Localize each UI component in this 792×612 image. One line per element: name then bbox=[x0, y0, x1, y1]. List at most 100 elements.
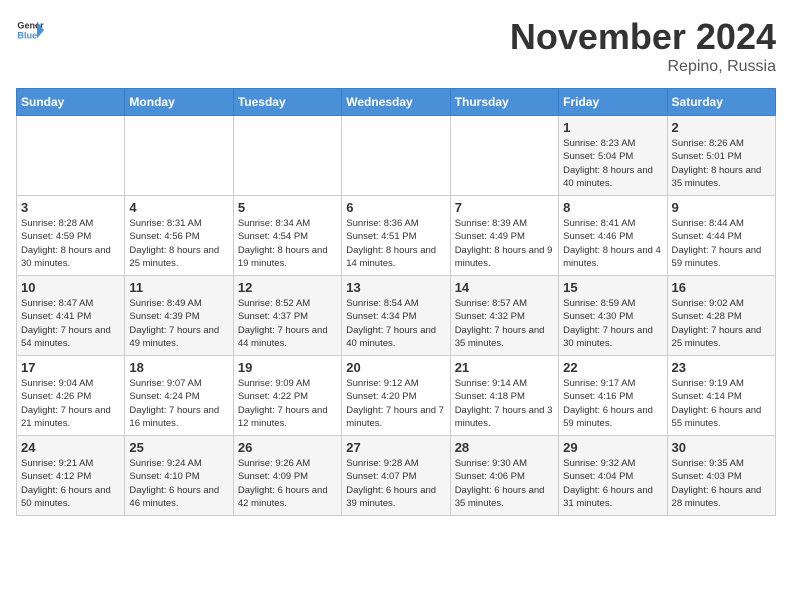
day-number: 19 bbox=[238, 360, 337, 375]
calendar-cell: 1 Sunrise: 8:23 AM Sunset: 5:04 PM Daylig… bbox=[559, 116, 667, 196]
weekday-header: Monday bbox=[125, 89, 233, 116]
page-header: General Blue November 2024 Repino, Russi… bbox=[16, 16, 776, 76]
day-number: 16 bbox=[672, 280, 771, 295]
day-info: Sunrise: 8:52 AM Sunset: 4:37 PM Dayligh… bbox=[238, 297, 337, 350]
calendar-cell: 18 Sunrise: 9:07 AM Sunset: 4:24 PM Dayli… bbox=[125, 356, 233, 436]
day-number: 5 bbox=[238, 200, 337, 215]
day-number: 23 bbox=[672, 360, 771, 375]
day-number: 26 bbox=[238, 440, 337, 455]
calendar-cell: 15 Sunrise: 8:59 AM Sunset: 4:30 PM Dayli… bbox=[559, 276, 667, 356]
calendar-cell: 7 Sunrise: 8:39 AM Sunset: 4:49 PM Daylig… bbox=[450, 196, 558, 276]
day-info: Sunrise: 8:23 AM Sunset: 5:04 PM Dayligh… bbox=[563, 137, 662, 190]
day-number: 6 bbox=[346, 200, 445, 215]
calendar-table: SundayMondayTuesdayWednesdayThursdayFrid… bbox=[16, 88, 776, 516]
weekday-header: Sunday bbox=[17, 89, 125, 116]
day-info: Sunrise: 8:41 AM Sunset: 4:46 PM Dayligh… bbox=[563, 217, 662, 270]
day-info: Sunrise: 9:26 AM Sunset: 4:09 PM Dayligh… bbox=[238, 457, 337, 510]
day-number: 1 bbox=[563, 120, 662, 135]
day-number: 4 bbox=[129, 200, 228, 215]
day-number: 14 bbox=[455, 280, 554, 295]
calendar-cell: 23 Sunrise: 9:19 AM Sunset: 4:14 PM Dayli… bbox=[667, 356, 775, 436]
calendar-week-row: 3 Sunrise: 8:28 AM Sunset: 4:59 PM Daylig… bbox=[17, 196, 776, 276]
calendar-cell: 4 Sunrise: 8:31 AM Sunset: 4:56 PM Daylig… bbox=[125, 196, 233, 276]
calendar-cell: 19 Sunrise: 9:09 AM Sunset: 4:22 PM Dayli… bbox=[233, 356, 341, 436]
calendar-cell: 12 Sunrise: 8:52 AM Sunset: 4:37 PM Dayli… bbox=[233, 276, 341, 356]
calendar-cell bbox=[233, 116, 341, 196]
calendar-cell: 13 Sunrise: 8:54 AM Sunset: 4:34 PM Dayli… bbox=[342, 276, 450, 356]
calendar-cell: 9 Sunrise: 8:44 AM Sunset: 4:44 PM Daylig… bbox=[667, 196, 775, 276]
weekday-header: Saturday bbox=[667, 89, 775, 116]
day-info: Sunrise: 8:39 AM Sunset: 4:49 PM Dayligh… bbox=[455, 217, 554, 270]
day-info: Sunrise: 9:35 AM Sunset: 4:03 PM Dayligh… bbox=[672, 457, 771, 510]
weekday-header: Wednesday bbox=[342, 89, 450, 116]
day-number: 8 bbox=[563, 200, 662, 215]
weekday-header: Friday bbox=[559, 89, 667, 116]
day-info: Sunrise: 9:07 AM Sunset: 4:24 PM Dayligh… bbox=[129, 377, 228, 430]
logo: General Blue bbox=[16, 16, 44, 44]
calendar-cell: 17Sunrise: 9:04 AM Sunset: 4:26 PM Dayli… bbox=[17, 356, 125, 436]
day-number: 27 bbox=[346, 440, 445, 455]
day-info: Sunrise: 9:19 AM Sunset: 4:14 PM Dayligh… bbox=[672, 377, 771, 430]
day-number: 9 bbox=[672, 200, 771, 215]
day-info: Sunrise: 9:30 AM Sunset: 4:06 PM Dayligh… bbox=[455, 457, 554, 510]
calendar-week-row: 1 Sunrise: 8:23 AM Sunset: 5:04 PM Daylig… bbox=[17, 116, 776, 196]
day-info: Sunrise: 8:54 AM Sunset: 4:34 PM Dayligh… bbox=[346, 297, 445, 350]
calendar-cell: 24Sunrise: 9:21 AM Sunset: 4:12 PM Dayli… bbox=[17, 436, 125, 516]
location: Repino, Russia bbox=[510, 58, 776, 76]
calendar-cell: 16 Sunrise: 9:02 AM Sunset: 4:28 PM Dayli… bbox=[667, 276, 775, 356]
calendar-cell: 5 Sunrise: 8:34 AM Sunset: 4:54 PM Daylig… bbox=[233, 196, 341, 276]
calendar-cell: 29Sunrise: 9:32 AM Sunset: 4:04 PM Dayli… bbox=[559, 436, 667, 516]
calendar-cell: 27 Sunrise: 9:28 AM Sunset: 4:07 PM Dayli… bbox=[342, 436, 450, 516]
day-info: Sunrise: 9:17 AM Sunset: 4:16 PM Dayligh… bbox=[563, 377, 662, 430]
day-number: 13 bbox=[346, 280, 445, 295]
day-number: 12 bbox=[238, 280, 337, 295]
day-number: 22 bbox=[563, 360, 662, 375]
calendar-cell: 6Sunrise: 8:36 AM Sunset: 4:51 PM Daylig… bbox=[342, 196, 450, 276]
day-info: Sunrise: 9:28 AM Sunset: 4:07 PM Dayligh… bbox=[346, 457, 445, 510]
day-info: Sunrise: 8:34 AM Sunset: 4:54 PM Dayligh… bbox=[238, 217, 337, 270]
weekday-header: Tuesday bbox=[233, 89, 341, 116]
day-number: 3 bbox=[21, 200, 120, 215]
title-block: November 2024 Repino, Russia bbox=[510, 16, 776, 76]
day-info: Sunrise: 8:57 AM Sunset: 4:32 PM Dayligh… bbox=[455, 297, 554, 350]
day-number: 25 bbox=[129, 440, 228, 455]
month-title: November 2024 bbox=[510, 16, 776, 58]
calendar-cell: 10Sunrise: 8:47 AM Sunset: 4:41 PM Dayli… bbox=[17, 276, 125, 356]
day-number: 7 bbox=[455, 200, 554, 215]
day-info: Sunrise: 8:47 AM Sunset: 4:41 PM Dayligh… bbox=[21, 297, 120, 350]
day-number: 28 bbox=[455, 440, 554, 455]
day-number: 15 bbox=[563, 280, 662, 295]
calendar-week-row: 24Sunrise: 9:21 AM Sunset: 4:12 PM Dayli… bbox=[17, 436, 776, 516]
calendar-week-row: 17Sunrise: 9:04 AM Sunset: 4:26 PM Dayli… bbox=[17, 356, 776, 436]
calendar-cell: 11 Sunrise: 8:49 AM Sunset: 4:39 PM Dayli… bbox=[125, 276, 233, 356]
day-info: Sunrise: 9:14 AM Sunset: 4:18 PM Dayligh… bbox=[455, 377, 554, 430]
day-number: 20 bbox=[346, 360, 445, 375]
calendar-cell: 2Sunrise: 8:26 AM Sunset: 5:01 PM Daylig… bbox=[667, 116, 775, 196]
calendar-cell: 26 Sunrise: 9:26 AM Sunset: 4:09 PM Dayli… bbox=[233, 436, 341, 516]
calendar-cell: 28 Sunrise: 9:30 AM Sunset: 4:06 PM Dayli… bbox=[450, 436, 558, 516]
day-number: 2 bbox=[672, 120, 771, 135]
day-info: Sunrise: 8:28 AM Sunset: 4:59 PM Dayligh… bbox=[21, 217, 120, 270]
day-info: Sunrise: 8:49 AM Sunset: 4:39 PM Dayligh… bbox=[129, 297, 228, 350]
calendar-cell: 20Sunrise: 9:12 AM Sunset: 4:20 PM Dayli… bbox=[342, 356, 450, 436]
day-number: 11 bbox=[129, 280, 228, 295]
day-info: Sunrise: 8:31 AM Sunset: 4:56 PM Dayligh… bbox=[129, 217, 228, 270]
calendar-cell: 22 Sunrise: 9:17 AM Sunset: 4:16 PM Dayli… bbox=[559, 356, 667, 436]
calendar-cell: 21 Sunrise: 9:14 AM Sunset: 4:18 PM Dayli… bbox=[450, 356, 558, 436]
calendar-cell: 30Sunrise: 9:35 AM Sunset: 4:03 PM Dayli… bbox=[667, 436, 775, 516]
day-number: 18 bbox=[129, 360, 228, 375]
weekday-header: Thursday bbox=[450, 89, 558, 116]
weekday-header-row: SundayMondayTuesdayWednesdayThursdayFrid… bbox=[17, 89, 776, 116]
calendar-cell bbox=[342, 116, 450, 196]
calendar-week-row: 10Sunrise: 8:47 AM Sunset: 4:41 PM Dayli… bbox=[17, 276, 776, 356]
day-number: 21 bbox=[455, 360, 554, 375]
day-info: Sunrise: 8:59 AM Sunset: 4:30 PM Dayligh… bbox=[563, 297, 662, 350]
logo-icon: General Blue bbox=[16, 16, 44, 44]
calendar-cell: 14 Sunrise: 8:57 AM Sunset: 4:32 PM Dayli… bbox=[450, 276, 558, 356]
day-info: Sunrise: 9:32 AM Sunset: 4:04 PM Dayligh… bbox=[563, 457, 662, 510]
day-info: Sunrise: 9:09 AM Sunset: 4:22 PM Dayligh… bbox=[238, 377, 337, 430]
calendar-cell bbox=[17, 116, 125, 196]
day-info: Sunrise: 9:02 AM Sunset: 4:28 PM Dayligh… bbox=[672, 297, 771, 350]
day-info: Sunrise: 8:44 AM Sunset: 4:44 PM Dayligh… bbox=[672, 217, 771, 270]
svg-text:Blue: Blue bbox=[17, 30, 37, 40]
